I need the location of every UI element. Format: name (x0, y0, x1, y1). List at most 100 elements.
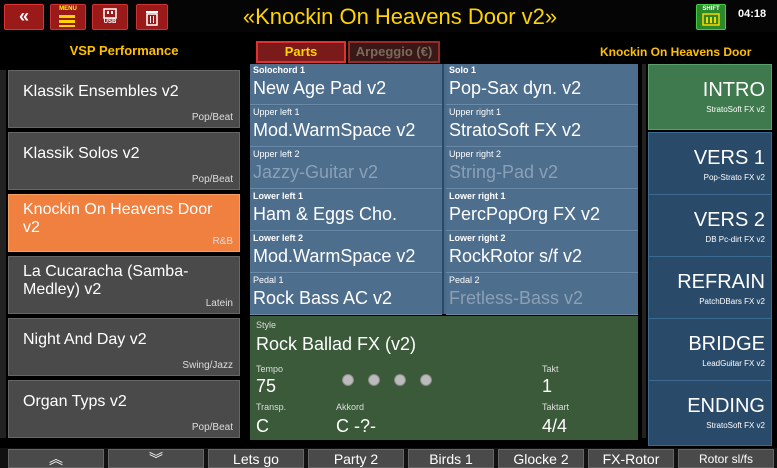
back-button[interactable]: « (4, 4, 44, 30)
part-label: Lower right 1 (449, 191, 506, 201)
part-upper-left-1[interactable]: Upper left 1 Mod.WarmSpace v2 (250, 106, 442, 147)
fx-button-6[interactable]: Rotor sl/fs (678, 449, 774, 468)
part-lower-left-2[interactable]: Lower left 2 Mod.WarmSpace v2 (250, 232, 442, 273)
part-upper-right-2[interactable]: Upper right 2 String-Pad v2 (446, 148, 638, 189)
part-sound: Rock Bass AC v2 (253, 288, 393, 308)
section-name: REFRAIN (677, 271, 765, 293)
fx-button-4[interactable]: Glocke 2 (498, 449, 584, 468)
section-sound: PatchDBars FX v2 (699, 297, 765, 306)
shift-button[interactable]: SHIFT (696, 4, 726, 30)
song-item[interactable]: Night And Day v2 Swing/Jazz (8, 318, 240, 376)
section-sound: LeadGuitar FX v2 (702, 359, 765, 368)
song-name: La Cucaracha (Samba-Medley) v2 (23, 263, 189, 298)
section-vers2-button[interactable]: VERS 2 DB Pc-dirt FX v2 (648, 194, 772, 260)
shift-icon (702, 13, 720, 26)
window-title: «Knockin On Heavens Door v2» (242, 4, 558, 29)
beat-indicator (394, 374, 406, 386)
beat-indicator (368, 374, 380, 386)
takt-value: 1 (542, 376, 553, 396)
chevron-up-icon: ︽ (49, 451, 63, 467)
part-label: Pedal 1 (253, 275, 284, 285)
fx-button-3[interactable]: Birds 1 (408, 449, 494, 468)
part-label: Lower left 1 (253, 191, 304, 201)
part-label: Upper right 1 (449, 107, 502, 117)
section-ending-button[interactable]: ENDING StratoSoft FX v2 (648, 380, 772, 446)
song-item[interactable]: Klassik Solos v2 Pop/Beat (8, 132, 240, 190)
song-category: Pop/Beat (191, 112, 233, 123)
song-item[interactable]: Klassik Ensembles v2 Pop/Beat (8, 70, 240, 128)
section-name: VERS 1 (693, 147, 765, 169)
part-pedal-2[interactable]: Pedal 2 Fretless-Bass v2 (446, 274, 638, 315)
tempo-value: 75 (256, 376, 277, 396)
part-lower-right-2[interactable]: Lower right 2 RockRotor s/f v2 (446, 232, 638, 273)
song-item-selected[interactable]: Knockin On Heavens Door v2 R&B (8, 194, 240, 252)
menu-icon (59, 15, 75, 27)
current-song-title: Knockin On Heavens Door (600, 45, 752, 59)
transpose-label: Transp. (256, 402, 287, 412)
clock: 04:18 (738, 8, 767, 20)
section-vers1-button[interactable]: VERS 1 Pop-Strato FX v2 (648, 132, 772, 198)
song-item[interactable]: La Cucaracha (Samba-Medley) v2 Latein (8, 256, 240, 314)
song-category: Pop/Beat (191, 422, 233, 433)
part-label: Upper right 2 (449, 149, 502, 159)
transpose-value: C (256, 416, 269, 436)
fx-button-1[interactable]: Lets go (208, 449, 304, 468)
usb-button[interactable]: USB (92, 4, 128, 30)
section-sound: DB Pc-dirt FX v2 (705, 235, 765, 244)
style-panel[interactable]: Style Rock Ballad FX (v2) Tempo 75 Takt … (250, 316, 638, 440)
part-upper-right-1[interactable]: Upper right 1 StratoSoft FX v2 (446, 106, 638, 147)
part-label: Lower left 2 (253, 233, 304, 243)
part-label: Lower right 2 (449, 233, 506, 243)
fx-button-2[interactable]: Party 2 (308, 449, 404, 468)
tab-parts[interactable]: Parts (256, 41, 346, 63)
song-list-scrollbar[interactable] (0, 70, 6, 438)
performance-title: VSP Performance (0, 40, 248, 62)
menu-button[interactable]: MENU (50, 4, 86, 30)
beat-indicator (342, 374, 354, 386)
section-name: ENDING (687, 395, 765, 417)
part-sound: Mod.WarmSpace v2 (253, 246, 416, 266)
trash-button[interactable] (136, 4, 168, 30)
part-sound: Pop-Sax dyn. v2 (449, 78, 582, 98)
song-name: Knockin On Heavens Door v2 (23, 201, 213, 236)
usb-icon (103, 8, 117, 19)
section-refrain-button[interactable]: REFRAIN PatchDBars FX v2 (648, 256, 772, 322)
part-label: Pedal 2 (449, 275, 480, 285)
song-category: R&B (212, 236, 233, 247)
part-solochord-1[interactable]: Solochord 1 New Age Pad v2 (250, 64, 442, 105)
song-item[interactable]: Organ Typs v2 Pop/Beat (8, 380, 240, 438)
parts-panel: Solochord 1 New Age Pad v2 Solo 1 Pop-Sa… (250, 64, 638, 315)
part-label: Upper left 2 (253, 149, 300, 159)
tab-arpeggio[interactable]: Arpeggio (€) (348, 41, 440, 63)
song-category: Latein (205, 298, 233, 309)
tempo-label: Tempo (256, 364, 284, 374)
scroll-up-button[interactable]: ︽ (8, 449, 104, 468)
style-label: Style (256, 320, 277, 330)
part-sound: Ham & Eggs Cho. (253, 204, 398, 224)
part-lower-left-1[interactable]: Lower left 1 Ham & Eggs Cho. (250, 190, 442, 231)
fx-button-5[interactable]: FX-Rotor (588, 449, 674, 468)
song-category: Swing/Jazz (182, 360, 233, 371)
part-sound: Jazzy-Guitar v2 (253, 162, 379, 182)
part-lower-right-1[interactable]: Lower right 1 PercPopOrg FX v2 (446, 190, 638, 231)
section-bridge-button[interactable]: BRIDGE LeadGuitar FX v2 (648, 318, 772, 384)
part-sound: PercPopOrg FX v2 (449, 204, 601, 224)
back-icon: « (18, 6, 29, 26)
part-solo-1[interactable]: Solo 1 Pop-Sax dyn. v2 (446, 64, 638, 105)
section-sound: StratoSoft FX v2 (706, 421, 765, 430)
chevron-down-icon: ︾ (149, 451, 163, 467)
section-scrollbar[interactable] (642, 64, 646, 438)
part-sound: RockRotor s/f v2 (449, 246, 583, 266)
section-sound: Pop-Strato FX v2 (703, 173, 765, 182)
part-pedal-1[interactable]: Pedal 1 Rock Bass AC v2 (250, 274, 442, 315)
section-intro-button[interactable]: INTRO StratoSoft FX v2 (648, 64, 772, 130)
scroll-down-button[interactable]: ︾ (108, 449, 204, 468)
part-sound: StratoSoft FX v2 (449, 120, 582, 140)
section-sound: StratoSoft FX v2 (706, 105, 765, 114)
taktart-value: 4/4 (542, 416, 568, 436)
section-name: INTRO (702, 79, 765, 101)
style-name: Rock Ballad FX (v2) (256, 334, 417, 354)
song-name: Organ Typs v2 (23, 393, 127, 410)
part-sound: New Age Pad v2 (253, 78, 387, 98)
part-upper-left-2[interactable]: Upper left 2 Jazzy-Guitar v2 (250, 148, 442, 189)
